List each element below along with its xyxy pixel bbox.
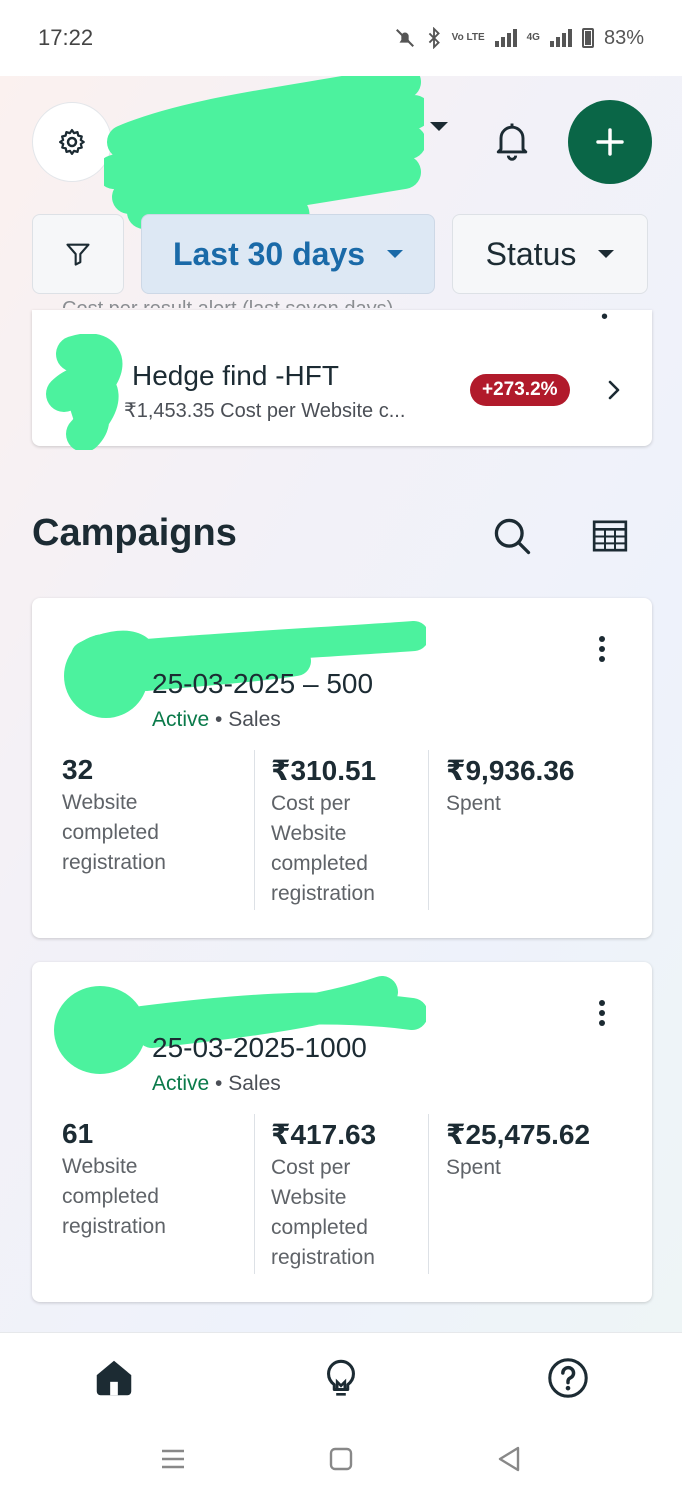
system-nav-bar	[0, 1422, 682, 1500]
nav-recommendations[interactable]	[318, 1355, 364, 1401]
more-icon[interactable]: •	[601, 306, 608, 329]
status-filter-label: Status	[485, 235, 577, 272]
divider	[428, 750, 429, 910]
chevron-down-icon[interactable]	[430, 122, 448, 131]
gear-icon	[59, 129, 85, 155]
volte-label: Vo LTE	[451, 32, 485, 43]
chevron-right-icon[interactable]	[604, 378, 624, 402]
campaign-metrics: 61 Website completed registration ₹417.6…	[32, 1114, 652, 1274]
metric-results: 32 Website completed registration	[62, 750, 252, 910]
metric-label: Spent	[446, 792, 501, 815]
metric-value: ₹417.63	[271, 1119, 377, 1150]
meta-separator: •	[215, 708, 223, 731]
create-button[interactable]	[568, 100, 652, 184]
redaction-scribble	[104, 76, 424, 232]
metric-value: 32	[62, 754, 94, 785]
metric-label: Website completed registration	[62, 791, 166, 874]
meta-separator: •	[215, 1072, 223, 1095]
bell-icon	[496, 123, 528, 161]
help-icon	[548, 1358, 588, 1398]
more-vertical-icon[interactable]	[594, 998, 610, 1028]
campaign-objective: Sales	[228, 708, 281, 731]
bell-off-icon	[395, 29, 414, 47]
filter-button[interactable]	[32, 214, 124, 294]
redaction-scribble	[54, 976, 426, 1074]
plus-icon	[596, 128, 624, 156]
metric-label: Cost per Website completed registration	[271, 792, 375, 905]
status-time: 17:22	[38, 25, 94, 50]
campaign-status: Active	[152, 1072, 210, 1095]
table-icon	[592, 520, 628, 552]
metric-cost-per-result: ₹417.63 Cost per Website completed regis…	[254, 1114, 432, 1274]
more-vertical-icon[interactable]	[594, 634, 610, 664]
lightbulb-icon	[327, 1359, 355, 1396]
metric-label: Website completed registration	[62, 1155, 166, 1238]
campaign-objective: Sales	[228, 1072, 281, 1095]
metric-value: ₹9,936.36	[446, 755, 575, 786]
signal-icon-2	[549, 29, 572, 47]
change-badge: +273.2%	[470, 374, 570, 406]
divider	[428, 1114, 429, 1274]
metric-value: ₹25,475.62	[446, 1119, 591, 1150]
back-icon[interactable]	[494, 1444, 524, 1474]
chevron-down-icon	[387, 250, 404, 258]
campaigns-title: Campaigns	[32, 512, 237, 554]
metric-label: Cost per Website completed registration	[271, 1156, 375, 1269]
network-label: 4G	[526, 32, 540, 43]
metric-results: 61 Website completed registration	[62, 1114, 252, 1274]
redaction-scribble	[46, 334, 123, 450]
home-icon	[96, 1360, 132, 1396]
nav-help[interactable]	[545, 1355, 591, 1401]
signal-icon	[494, 29, 517, 47]
campaign-card[interactable]: 25-03-2025-1000 Active • Sales 61 Websit…	[32, 962, 652, 1302]
metric-spent: ₹9,936.36 Spent	[446, 750, 636, 910]
campaign-meta: Active • Sales	[152, 708, 281, 732]
table-view-button[interactable]	[590, 516, 630, 556]
campaign-status: Active	[152, 708, 210, 731]
metric-value: ₹310.51	[271, 755, 377, 786]
date-range-dropdown[interactable]: Last 30 days	[141, 214, 435, 294]
app-screen: Last 30 days Status Cost per result aler…	[0, 76, 682, 1332]
search-button[interactable]	[490, 514, 534, 558]
status-bar: 17:22 Vo LTE 4G 83%	[0, 0, 682, 76]
metric-label: Spent	[446, 1156, 501, 1179]
status-icons: Vo LTE 4G 83%	[394, 27, 644, 50]
recents-icon[interactable]	[158, 1444, 188, 1474]
campaign-meta: Active • Sales	[152, 1072, 281, 1096]
battery-percent: 83%	[603, 26, 644, 49]
date-range-label: Last 30 days	[172, 235, 366, 272]
campaign-title: 25-03-2025-1000	[152, 1032, 367, 1063]
battery-icon	[581, 28, 594, 48]
campaign-metrics: 32 Website completed registration ₹310.5…	[32, 750, 652, 910]
ad-cost-summary: ₹1,453.35 Cost per Website c...	[124, 400, 406, 422]
metric-cost-per-result: ₹310.51 Cost per Website completed regis…	[254, 750, 432, 910]
ad-alert-card[interactable]: Cost per result alert (last seven days) …	[32, 298, 652, 450]
campaign-card[interactable]: 25-03-2025 – 500 Active • Sales 32 Websi…	[32, 598, 652, 938]
bluetooth-icon	[428, 27, 440, 49]
bottom-nav	[0, 1332, 682, 1422]
ad-name: Hedge find -HFT	[132, 360, 339, 391]
header	[0, 76, 682, 232]
notifications-button[interactable]	[490, 118, 534, 162]
search-icon	[494, 518, 531, 555]
settings-button[interactable]	[32, 102, 112, 182]
alert-heading: Cost per result alert (last seven days)	[62, 292, 393, 308]
home-square-icon[interactable]	[326, 1444, 356, 1474]
metric-spent: ₹25,475.62 Spent	[446, 1114, 636, 1274]
funnel-icon	[66, 243, 90, 266]
nav-home[interactable]	[91, 1355, 137, 1401]
metric-value: 61	[62, 1118, 94, 1149]
chevron-down-icon	[598, 250, 615, 258]
status-dropdown[interactable]: Status	[452, 214, 648, 294]
campaign-title: 25-03-2025 – 500	[152, 668, 374, 699]
